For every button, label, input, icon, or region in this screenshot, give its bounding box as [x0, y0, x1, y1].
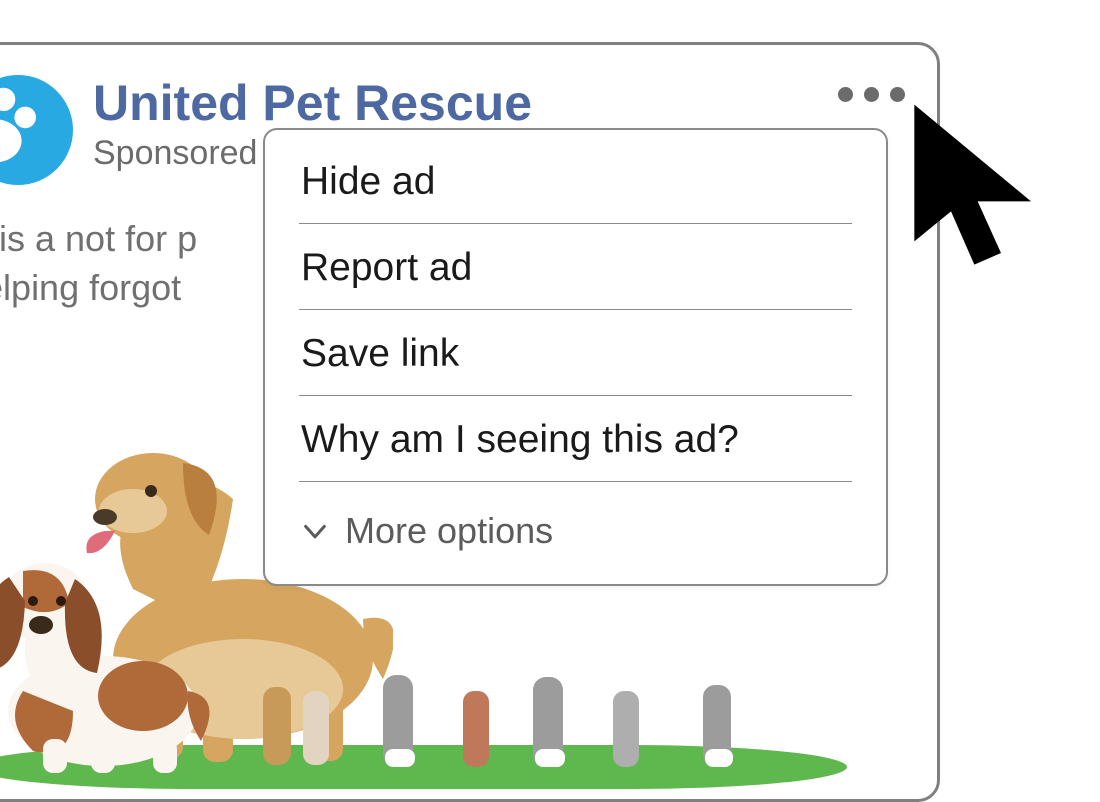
decorative-dog-illustration	[263, 657, 803, 777]
decorative-dog-illustration	[0, 521, 223, 781]
menu-item-why-seeing-ad[interactable]: Why am I seeing this ad?	[265, 396, 886, 482]
menu-item-report-ad[interactable]: Report ad	[265, 224, 886, 310]
menu-item-more-options[interactable]: More options	[265, 482, 886, 558]
page-avatar[interactable]	[0, 75, 73, 185]
page-name-link[interactable]: United Pet Rescue	[93, 77, 532, 130]
menu-more-label: More options	[345, 510, 553, 552]
post-overflow-menu: Hide ad Report ad Save link Why am I see…	[263, 128, 888, 586]
post-overflow-button[interactable]	[838, 87, 905, 102]
paw-icon	[0, 85, 45, 175]
menu-item-save-link[interactable]: Save link	[265, 310, 886, 396]
mouse-cursor-icon	[896, 98, 1066, 298]
more-dots-icon	[864, 87, 879, 102]
chevron-down-icon	[301, 517, 329, 545]
more-dots-icon	[838, 87, 853, 102]
menu-item-hide-ad[interactable]: Hide ad	[265, 138, 886, 224]
